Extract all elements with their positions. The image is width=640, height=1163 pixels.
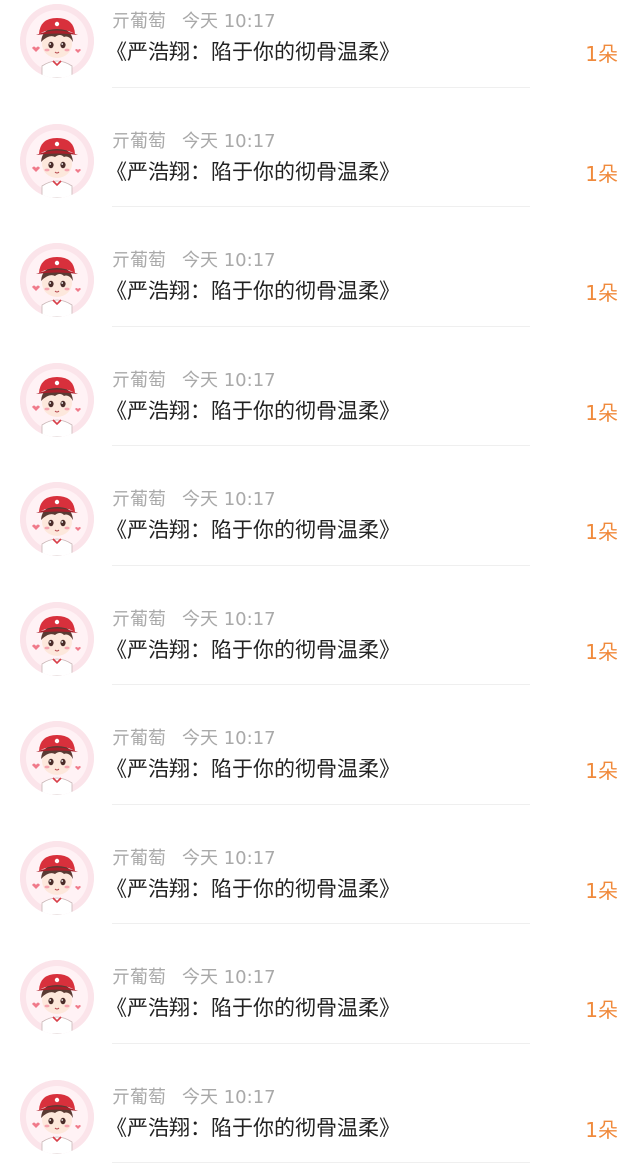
message-text: 《严浩翔：陷于你的彻骨温柔》: [106, 755, 400, 783]
chibi-boy-red-cap-icon: [20, 841, 94, 915]
chibi-boy-red-cap-icon: [20, 1080, 94, 1154]
timestamp: 今天 10:17: [182, 11, 276, 32]
timestamp: 今天 10:17: [182, 1087, 276, 1108]
list-item[interactable]: 亓葡萄今天 10:17 《严浩翔：陷于你的彻骨温柔》 1朵: [0, 924, 640, 1044]
message-text: 《严浩翔：陷于你的彻骨温柔》: [106, 38, 400, 66]
flower-count: 1朵: [585, 280, 618, 306]
message-text: 《严浩翔：陷于你的彻骨温柔》: [106, 636, 400, 664]
message-text: 《严浩翔：陷于你的彻骨温柔》: [106, 277, 400, 305]
flower-count: 1朵: [585, 161, 618, 187]
avatar[interactable]: [20, 4, 94, 78]
timestamp: 今天 10:17: [182, 370, 276, 391]
timestamp: 今天 10:17: [182, 967, 276, 988]
timestamp: 今天 10:17: [182, 728, 276, 749]
meta-line: 亓葡萄今天 10:17: [112, 608, 276, 632]
flower-count: 1朵: [585, 997, 618, 1023]
user-name[interactable]: 亓葡萄: [112, 728, 166, 749]
list-item[interactable]: 亓葡萄今天 10:17 《严浩翔：陷于你的彻骨温柔》 1朵: [0, 685, 640, 805]
meta-line: 亓葡萄今天 10:17: [112, 727, 276, 751]
chibi-boy-red-cap-icon: [20, 124, 94, 198]
message-text: 《严浩翔：陷于你的彻骨温柔》: [106, 1114, 400, 1142]
message-text: 《严浩翔：陷于你的彻骨温柔》: [106, 875, 400, 903]
message-text: 《严浩翔：陷于你的彻骨温柔》: [106, 158, 400, 186]
avatar[interactable]: [20, 960, 94, 1034]
message-text: 《严浩翔：陷于你的彻骨温柔》: [106, 397, 400, 425]
timestamp: 今天 10:17: [182, 489, 276, 510]
user-name[interactable]: 亓葡萄: [112, 609, 166, 630]
chibi-boy-red-cap-icon: [20, 482, 94, 556]
avatar[interactable]: [20, 1080, 94, 1154]
user-name[interactable]: 亓葡萄: [112, 1087, 166, 1108]
meta-line: 亓葡萄今天 10:17: [112, 1086, 276, 1110]
list-item[interactable]: 亓葡萄今天 10:17 《严浩翔：陷于你的彻骨温柔》 1朵: [0, 88, 640, 208]
user-name[interactable]: 亓葡萄: [112, 489, 166, 510]
chibi-boy-red-cap-icon: [20, 363, 94, 437]
message-text: 《严浩翔：陷于你的彻骨温柔》: [106, 994, 400, 1022]
meta-line: 亓葡萄今天 10:17: [112, 130, 276, 154]
user-name[interactable]: 亓葡萄: [112, 131, 166, 152]
flower-count: 1朵: [585, 400, 618, 426]
avatar[interactable]: [20, 841, 94, 915]
avatar[interactable]: [20, 721, 94, 795]
meta-line: 亓葡萄今天 10:17: [112, 966, 276, 990]
message-text: 《严浩翔：陷于你的彻骨温柔》: [106, 516, 400, 544]
list-item[interactable]: 亓葡萄今天 10:17 《严浩翔：陷于你的彻骨温柔》 1朵: [0, 446, 640, 566]
list-item[interactable]: 亓葡萄今天 10:17 《严浩翔：陷于你的彻骨温柔》 1朵: [0, 805, 640, 925]
list-item[interactable]: 亓葡萄今天 10:17 《严浩翔：陷于你的彻骨温柔》 1朵: [0, 327, 640, 447]
gift-record-list: 亓葡萄今天 10:17《严浩翔：陷于你的彻骨温柔》1朵 亓葡萄今天 10:17《…: [0, 0, 640, 1126]
flower-count: 1朵: [585, 41, 618, 67]
list-item[interactable]: 亓葡萄今天 10:17 《严浩翔：陷于你的彻骨温柔》 1朵: [0, 1044, 640, 1163]
meta-line: 亓葡萄今天 10:17: [112, 249, 276, 273]
chibi-boy-red-cap-icon: [20, 960, 94, 1034]
avatar[interactable]: [20, 124, 94, 198]
meta-line: 亓葡萄今天 10:17: [112, 488, 276, 512]
list-item[interactable]: 亓葡萄今天 10:17 《严浩翔：陷于你的彻骨温柔》 1朵: [0, 566, 640, 686]
flower-count: 1朵: [585, 639, 618, 665]
user-name[interactable]: 亓葡萄: [112, 11, 166, 32]
avatar[interactable]: [20, 363, 94, 437]
flower-count: 1朵: [585, 519, 618, 545]
meta-line: 亓葡萄今天 10:17: [112, 10, 276, 34]
meta-line: 亓葡萄今天 10:17: [112, 847, 276, 871]
user-name[interactable]: 亓葡萄: [112, 250, 166, 271]
chibi-boy-red-cap-icon: [20, 721, 94, 795]
avatar[interactable]: [20, 602, 94, 676]
chibi-boy-red-cap-icon: [20, 602, 94, 676]
chibi-boy-red-cap-icon: [20, 243, 94, 317]
timestamp: 今天 10:17: [182, 848, 276, 869]
chibi-boy-red-cap-icon: [20, 4, 94, 78]
timestamp: 今天 10:17: [182, 609, 276, 630]
timestamp: 今天 10:17: [182, 250, 276, 271]
flower-count: 1朵: [585, 1117, 618, 1143]
list-item[interactable]: 亓葡萄今天 10:17 《严浩翔：陷于你的彻骨温柔》 1朵: [0, 207, 640, 327]
avatar[interactable]: [20, 482, 94, 556]
timestamp: 今天 10:17: [182, 131, 276, 152]
meta-line: 亓葡萄今天 10:17: [112, 369, 276, 393]
list-item[interactable]: 亓葡萄今天 10:17 《严浩翔：陷于你的彻骨温柔》 1朵: [0, 0, 640, 88]
flower-count: 1朵: [585, 758, 618, 784]
user-name[interactable]: 亓葡萄: [112, 370, 166, 391]
flower-count: 1朵: [585, 878, 618, 904]
user-name[interactable]: 亓葡萄: [112, 848, 166, 869]
user-name[interactable]: 亓葡萄: [112, 967, 166, 988]
avatar[interactable]: [20, 243, 94, 317]
